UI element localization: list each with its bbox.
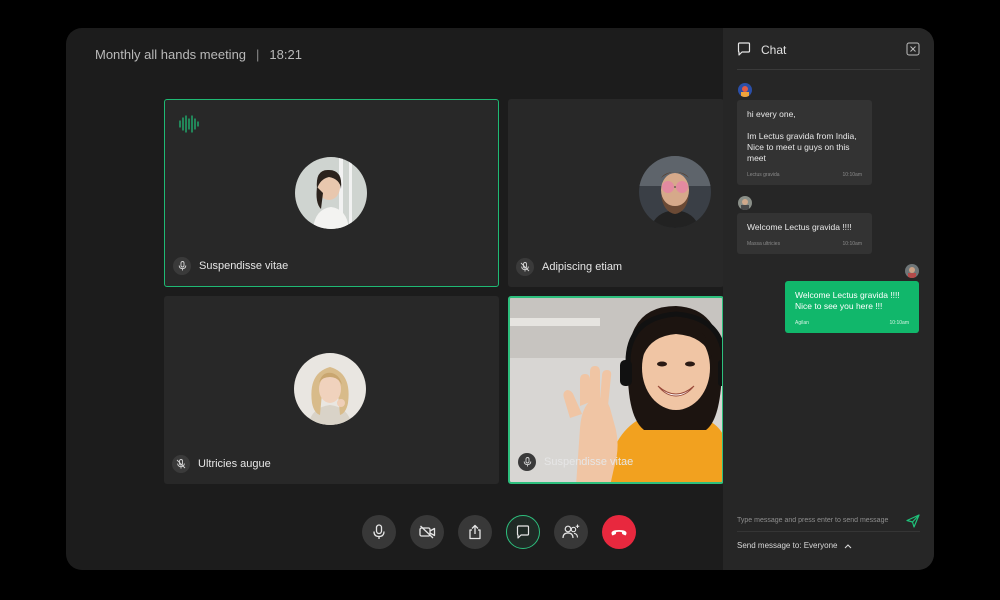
- chat-title: Chat: [761, 43, 787, 57]
- chat-message-text: Welcome Lectus gravida !!!! Nice to see …: [795, 290, 900, 311]
- chat-message-own: Welcome Lectus gravida !!!! Nice to see …: [785, 281, 919, 333]
- chat-message-time: 10:10am: [889, 320, 909, 326]
- chat-message-sender: Agilan: [795, 320, 809, 326]
- participant-name: Adipiscing etiam: [542, 261, 623, 273]
- chat-message: hi every one, Im Lectus gravida from Ind…: [737, 100, 872, 185]
- participant-tile-4-video[interactable]: Suspendisse vitae: [508, 296, 724, 484]
- chat-button[interactable]: [506, 515, 540, 549]
- participants-button[interactable]: [554, 515, 588, 549]
- chat-message-time: 10:10am: [842, 241, 862, 247]
- microphone-muted-icon[interactable]: [172, 455, 190, 473]
- chat-message: Welcome Lectus gravida !!!! Massa ultric…: [737, 213, 872, 254]
- chevron-up-icon: [844, 543, 851, 548]
- share-screen-button[interactable]: [458, 515, 492, 549]
- sender-avatar: [738, 83, 752, 97]
- header-separator: |: [256, 47, 260, 62]
- chat-icon: [516, 525, 530, 539]
- participant-label: Suspendisse vitae: [518, 453, 633, 471]
- call-controls: [362, 515, 636, 549]
- microphone-icon[interactable]: [518, 453, 536, 471]
- chat-header: Chat: [737, 42, 920, 70]
- participant-avatar: [294, 353, 366, 425]
- send-to-selector[interactable]: Send message to: Everyone: [737, 541, 852, 550]
- chat-panel: Chat hi every one, Im Lectus gravida fro…: [723, 28, 934, 570]
- share-icon: [469, 524, 481, 540]
- participant-label: Suspendisse vitae: [173, 257, 288, 275]
- send-icon[interactable]: [906, 513, 920, 528]
- participant-tile-3[interactable]: Ultricies augue: [164, 296, 499, 484]
- end-call-icon: [611, 530, 627, 536]
- chat-message-input[interactable]: [737, 517, 906, 524]
- microphone-muted-icon[interactable]: [516, 258, 534, 276]
- microphone-icon[interactable]: [173, 257, 191, 275]
- participant-name: Ultricies augue: [198, 458, 271, 470]
- chat-icon: [737, 42, 751, 56]
- participant-avatar: [295, 157, 367, 229]
- chat-message-sender: Lectus gravida: [747, 172, 780, 178]
- send-to-label: Send message to: Everyone: [737, 541, 838, 550]
- participant-tile-1[interactable]: Suspendisse vitae: [164, 99, 499, 287]
- video-off-icon: [418, 525, 435, 539]
- sender-avatar: [738, 196, 752, 210]
- microphone-button[interactable]: [362, 515, 396, 549]
- camera-toggle-button[interactable]: [410, 515, 444, 549]
- chat-input-row: [737, 510, 920, 532]
- participant-avatar: [639, 156, 711, 228]
- sender-avatar: [905, 264, 919, 278]
- participant-tile-2[interactable]: Adipiscing etiam: [508, 99, 724, 287]
- meeting-header: Monthly all hands meeting | 18:21: [95, 47, 302, 62]
- speaking-waveform-icon: [179, 115, 199, 133]
- close-icon[interactable]: [906, 42, 920, 56]
- meeting-title: Monthly all hands meeting: [95, 47, 247, 62]
- meeting-window: Monthly all hands meeting | 18:21 Suspen…: [66, 28, 934, 570]
- chat-message-text: Welcome Lectus gravida !!!!: [747, 222, 852, 232]
- end-call-button[interactable]: [602, 515, 636, 549]
- chat-message-sender: Massa ultricies: [747, 241, 781, 247]
- participant-label: Adipiscing etiam: [516, 258, 622, 276]
- participant-name: Suspendisse vitae: [544, 456, 634, 468]
- meeting-time: 18:21: [269, 47, 302, 62]
- participants-icon: [562, 524, 580, 539]
- microphone-icon: [373, 524, 385, 539]
- participant-label: Ultricies augue: [172, 455, 271, 473]
- chat-message-text: hi every one, Im Lectus gravida from Ind…: [747, 109, 857, 163]
- chat-message-time: 10:10am: [842, 172, 862, 178]
- participant-name: Suspendisse vitae: [199, 260, 289, 272]
